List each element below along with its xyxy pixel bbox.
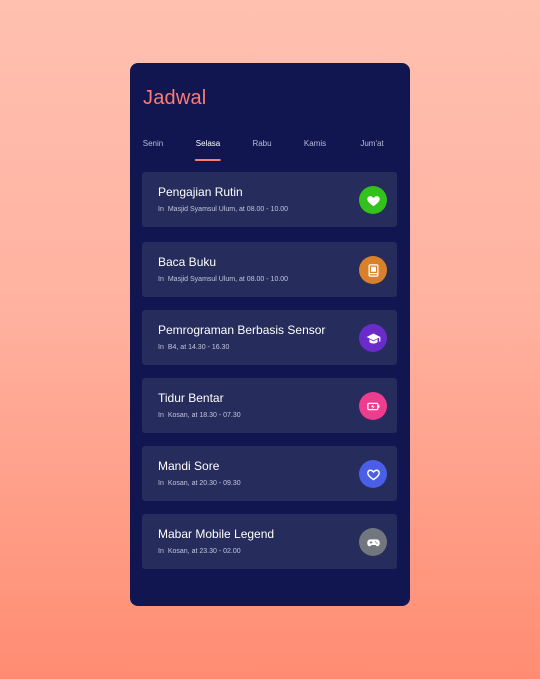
day-tabs: Senin Selasa Rabu Kamis Jum'at: [130, 139, 410, 161]
schedule-item-mabar-mobile-legend[interactable]: Mabar Mobile Legend In Kosan, at 23.30 - …: [142, 514, 397, 569]
item-location: In Masjid Syamsul Ulum, at 08.00 - 10.00: [158, 276, 288, 283]
item-title: Pengajian Rutin: [158, 185, 243, 199]
page-title: Jadwal: [143, 87, 207, 109]
tab-selasa[interactable]: Selasa: [194, 139, 222, 161]
item-title: Baca Buku: [158, 255, 217, 269]
tab-kamis[interactable]: Kamis: [304, 139, 326, 154]
tab-jumat[interactable]: Jum'at: [360, 139, 383, 154]
item-location: In B4, at 14.30 - 16.30: [158, 344, 229, 351]
tab-rabu[interactable]: Rabu: [252, 139, 271, 154]
item-location-detail: Kosan, at 18.30 - 07.30: [167, 412, 241, 419]
item-title: Mabar Mobile Legend: [158, 527, 275, 541]
gamepad-icon: [359, 528, 387, 556]
item-location-prefix: In: [158, 276, 164, 283]
book-icon: [359, 256, 387, 284]
item-location-detail: B4, at 14.30 - 16.30: [167, 344, 230, 351]
item-location-prefix: In: [158, 344, 164, 351]
item-location: In Kosan, at 18.30 - 07.30: [158, 412, 241, 419]
battery-charging-icon: [359, 392, 387, 420]
schedule-item-tidur-bentar[interactable]: Tidur Bentar In Kosan, at 18.30 - 07.30: [142, 378, 397, 433]
schedule-panel: Jadwal Senin Selasa Rabu Kamis Jum'at Pe…: [130, 63, 410, 606]
item-location: In Kosan, at 23.30 - 02.00: [158, 548, 241, 555]
item-location-prefix: In: [158, 412, 164, 419]
schedule-item-mandi-sore[interactable]: Mandi Sore In Kosan, at 20.30 - 09.30: [142, 446, 397, 501]
item-location: In Kosan, at 20.30 - 09.30: [158, 480, 241, 487]
item-title: Tidur Bentar: [158, 391, 224, 405]
item-title: Pemrograman Berbasis Sensor: [158, 323, 326, 337]
schedule-item-pengajian-rutin[interactable]: Pengajian Rutin In Masjid Syamsul Ulum, a…: [142, 172, 397, 227]
item-location: In Masjid Syamsul Ulum, at 08.00 - 10.00: [158, 206, 288, 213]
item-location-detail: Kosan, at 20.30 - 09.30: [167, 480, 241, 487]
item-location-prefix: In: [158, 548, 164, 555]
heart-icon: [359, 186, 387, 214]
item-location-prefix: In: [158, 206, 164, 213]
item-location-detail: Masjid Syamsul Ulum, at 08.00 - 10.00: [167, 276, 289, 283]
tab-senin[interactable]: Senin: [143, 139, 163, 154]
heart-outline-icon: [359, 460, 387, 488]
schedule-item-pemrograman-berbasis-sensor[interactable]: Pemrograman Berbasis Sensor In B4, at 14.…: [142, 310, 397, 365]
schedule-item-baca-buku[interactable]: Baca Buku In Masjid Syamsul Ulum, at 08.0…: [142, 242, 397, 297]
item-location-detail: Kosan, at 23.30 - 02.00: [167, 548, 241, 555]
graduation-cap-icon: [359, 324, 387, 352]
item-location-prefix: In: [158, 480, 164, 487]
item-location-detail: Masjid Syamsul Ulum, at 08.00 - 10.00: [167, 206, 289, 213]
item-title: Mandi Sore: [158, 459, 220, 473]
